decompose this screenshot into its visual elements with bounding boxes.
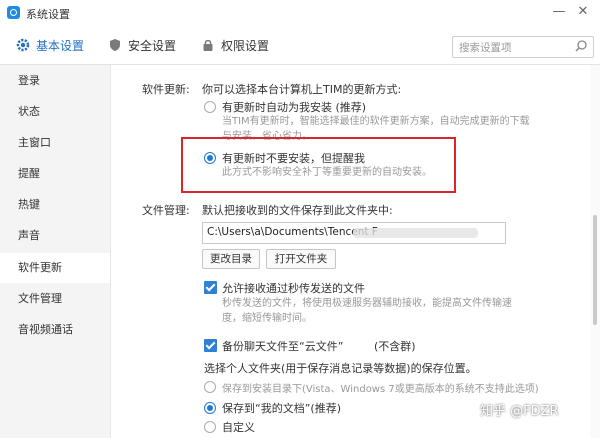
my-documents-label[interactable]: 保存到“我的文档”(推荐)	[222, 400, 341, 416]
window-title: 系统设置	[26, 8, 70, 21]
software-update-label: 软件更新:	[142, 83, 190, 96]
sidebar-item-sound[interactable]: 声音	[0, 221, 110, 251]
sidebar-item-login[interactable]: 登录	[0, 66, 110, 96]
change-directory-button[interactable]: 更改目录	[202, 249, 260, 269]
backup-chat-files-label[interactable]: 备份聊天文件至“云文件”	[222, 338, 343, 354]
settings-sidebar: 登录 状态 主窗口 提醒 热键 声音 软件更新 文件管理 音视频通话	[0, 65, 111, 438]
install-dir-radio[interactable]	[204, 381, 216, 393]
tab-label: 权限设置	[221, 39, 270, 53]
open-folder-button[interactable]: 打开文件夹	[266, 249, 336, 269]
search-input[interactable]: 搜索设置项	[452, 36, 594, 58]
scrollbar[interactable]	[590, 65, 600, 438]
sidebar-item-reminders[interactable]: 提醒	[0, 159, 110, 189]
tab-permission-settings[interactable]: 权限设置	[201, 37, 269, 54]
sidebar-item-file-management[interactable]: 文件管理	[0, 284, 110, 314]
sidebar-item-status[interactable]: 状态	[0, 97, 110, 127]
tab-security-settings[interactable]: 安全设置	[108, 37, 176, 54]
notify-only-label[interactable]: 有更新时不要安装，但提醒我	[222, 150, 365, 166]
scrollbar-thumb[interactable]	[593, 215, 597, 325]
auto-install-label[interactable]: 有更新时自动为我安装 (推荐)	[222, 99, 366, 115]
auto-install-radio[interactable]	[204, 101, 216, 113]
update-intro-text: 你可以选择本台计算机上TIM的更新方式:	[202, 83, 402, 96]
sidebar-item-hotkeys[interactable]: 热键	[0, 190, 110, 220]
custom-location-label[interactable]: 自定义	[222, 419, 255, 435]
tab-basic-settings[interactable]: 基本设置	[16, 37, 84, 54]
install-dir-label[interactable]: 保存到安装目录下(Vista、Windows 7或更高版本的系统不支持此选项)	[222, 380, 539, 395]
tab-label: 基本设置	[36, 39, 85, 53]
close-button[interactable]: ✕	[574, 4, 592, 20]
backup-chat-files-suffix: (不含群)	[374, 340, 416, 353]
minimize-button[interactable]: —	[550, 4, 568, 20]
allow-instant-transfer-desc: 秒传发送的文件，将使用极速服务器辅助接收，能提高文件传输速度，缩短传输时间。	[222, 298, 512, 324]
lock-icon	[203, 39, 213, 51]
custom-location-radio[interactable]	[204, 421, 216, 433]
personal-folder-text: 选择个人文件夹(用于保存消息记录等数据)的保存位置。	[204, 362, 477, 375]
sidebar-item-software-update[interactable]: 软件更新	[0, 253, 110, 283]
allow-instant-transfer-checkbox[interactable]	[204, 281, 217, 294]
shield-icon	[110, 39, 120, 51]
gear-icon	[16, 38, 30, 52]
my-documents-radio[interactable]	[204, 402, 216, 414]
tab-label: 安全设置	[128, 39, 177, 53]
search-placeholder: 搜索设置项	[459, 42, 512, 54]
save-path-field[interactable]: C:\Users\a\Documents\Tencent F	[202, 222, 506, 244]
notify-only-desc: 此方式不影响安全补丁等重要更新的自动安装。	[222, 167, 432, 178]
file-management-label: 文件管理:	[142, 204, 190, 217]
blurred-region	[353, 228, 478, 238]
notify-only-radio[interactable]	[204, 152, 216, 164]
watermark: 知乎 @FDZR	[480, 404, 559, 419]
default-save-text: 默认把接收到的文件保存到此文件夹中:	[202, 204, 393, 217]
search-icon[interactable]	[574, 39, 588, 53]
title-bar: 系统设置 — ✕	[0, 0, 600, 26]
allow-instant-transfer-label[interactable]: 允许接收通过秒传发送的文件	[222, 280, 365, 296]
sidebar-item-av-calls[interactable]: 音视频通话	[0, 315, 110, 345]
sidebar-item-main-window[interactable]: 主窗口	[0, 128, 110, 158]
tim-logo-icon	[7, 6, 20, 19]
backup-chat-files-checkbox[interactable]	[204, 339, 217, 352]
